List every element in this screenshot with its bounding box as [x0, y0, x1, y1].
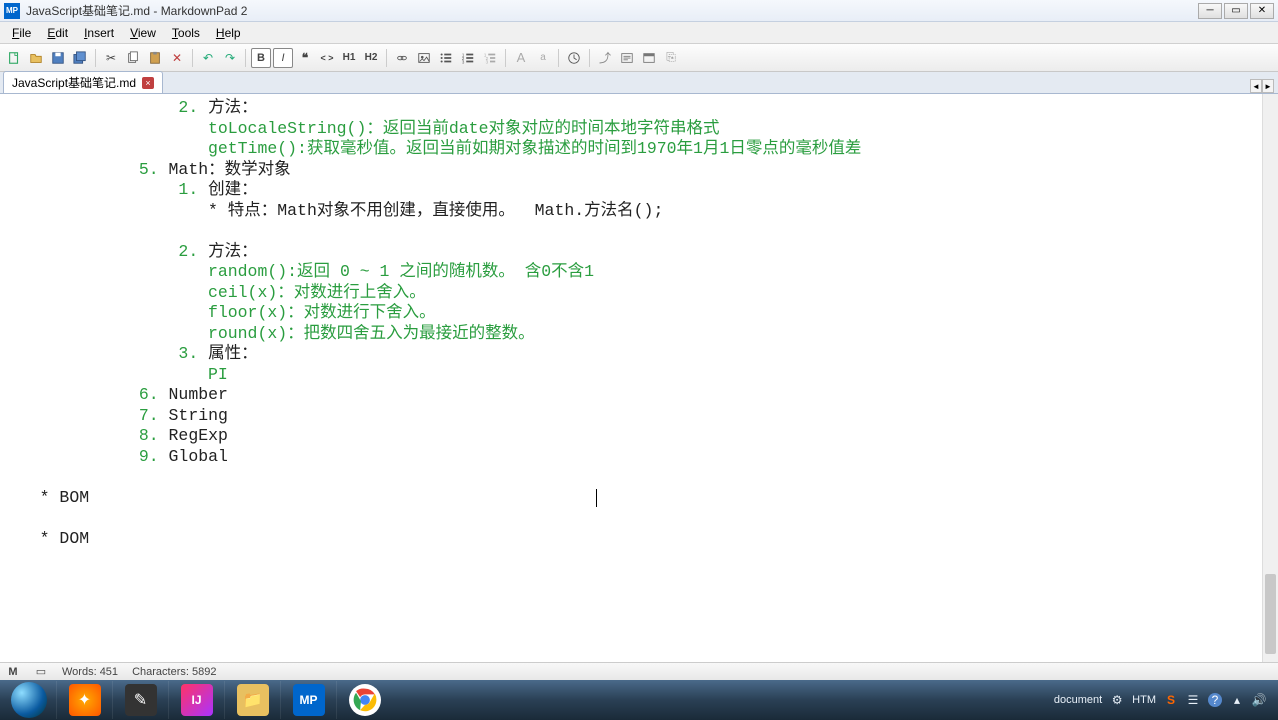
- browser-button[interactable]: [639, 48, 659, 68]
- book-icon[interactable]: ▭: [34, 665, 48, 679]
- code-button[interactable]: < >: [317, 48, 337, 68]
- minimize-button[interactable]: ─: [1198, 3, 1222, 19]
- paste-button[interactable]: [145, 48, 165, 68]
- menu-help[interactable]: Help: [208, 24, 249, 42]
- markdown-mode-icon[interactable]: M: [6, 665, 20, 679]
- app-icon: MP: [4, 3, 20, 19]
- tray-label-document: document: [1054, 694, 1102, 706]
- tab-close-button[interactable]: ×: [142, 77, 154, 89]
- ol-button[interactable]: 123: [458, 48, 478, 68]
- cut-button[interactable]: ✂: [101, 48, 121, 68]
- open-file-button[interactable]: [26, 48, 46, 68]
- maximize-button[interactable]: ▭: [1224, 3, 1248, 19]
- menu-tools[interactable]: Tools: [164, 24, 208, 42]
- scrollbar-thumb[interactable]: [1265, 574, 1276, 654]
- menu-edit[interactable]: Edit: [39, 24, 76, 42]
- tabbar: JavaScript基础笔记.md × ◄ ►: [0, 72, 1278, 94]
- start-button[interactable]: [2, 681, 56, 719]
- tab-label: JavaScript基础笔记.md: [12, 74, 136, 91]
- taskbar-explorer[interactable]: 📁: [224, 681, 280, 719]
- delete-button[interactable]: ✕: [167, 48, 187, 68]
- image-button[interactable]: [414, 48, 434, 68]
- word-count: Words: 451: [62, 666, 118, 678]
- svg-text:3: 3: [462, 59, 465, 64]
- text-cursor: [596, 489, 597, 507]
- editor-content[interactable]: 2. 方法： toLocaleString()：返回当前date对象对应的时间本…: [0, 94, 1278, 549]
- taskbar-intellij[interactable]: IJ: [168, 681, 224, 719]
- copy-button[interactable]: [123, 48, 143, 68]
- titlebar: MP JavaScript基础笔记.md - MarkdownPad 2 ─ ▭…: [0, 0, 1278, 22]
- taskbar-app-1[interactable]: ✦: [56, 681, 112, 719]
- tab-active[interactable]: JavaScript基础笔记.md ×: [3, 71, 163, 93]
- tray-icon-2[interactable]: S: [1164, 693, 1178, 707]
- h2-button[interactable]: H2: [361, 48, 381, 68]
- tab-nav-left[interactable]: ◄: [1250, 79, 1262, 93]
- svg-text:3: 3: [486, 59, 489, 64]
- undo-button[interactable]: ↶: [198, 48, 218, 68]
- font-small-button[interactable]: a: [533, 48, 553, 68]
- h1-button[interactable]: H1: [339, 48, 359, 68]
- save-all-button[interactable]: [70, 48, 90, 68]
- menubar: File Edit Insert View Tools Help: [0, 22, 1278, 44]
- tray-icon-1[interactable]: ⚙: [1110, 693, 1124, 707]
- tab-nav-right[interactable]: ►: [1262, 79, 1274, 93]
- system-tray: document ⚙ HTM S ☰ ? ▴ 🔊: [1054, 693, 1276, 707]
- tray-label-htm: HTM: [1132, 694, 1156, 706]
- export-button[interactable]: ⎘: [661, 48, 681, 68]
- taskbar-markdownpad[interactable]: MP: [280, 681, 336, 719]
- tray-up-icon[interactable]: ▴: [1230, 693, 1244, 707]
- timestamp-button[interactable]: [564, 48, 584, 68]
- char-count: Characters: 5892: [132, 666, 216, 678]
- menu-insert[interactable]: Insert: [76, 24, 122, 42]
- window-title: JavaScript基础笔记.md - MarkdownPad 2: [26, 2, 1198, 19]
- close-button[interactable]: ✕: [1250, 3, 1274, 19]
- taskbar: ✦ ✎ IJ 📁 MP document ⚙ HTM S ☰ ? ▴ 🔊: [0, 680, 1278, 720]
- italic-button[interactable]: I: [273, 48, 293, 68]
- editor-area[interactable]: 2. 方法： toLocaleString()：返回当前date对象对应的时间本…: [0, 94, 1278, 662]
- toolbar: ✂ ✕ ↶ ↷ B I ❝ < > H1 H2 123 123 A a ⤴ ⎘: [0, 44, 1278, 72]
- quote-button[interactable]: ❝: [295, 48, 315, 68]
- menu-view[interactable]: View: [122, 24, 164, 42]
- move-up-button[interactable]: ⤴: [595, 48, 615, 68]
- preview-button[interactable]: [617, 48, 637, 68]
- link-button[interactable]: [392, 48, 412, 68]
- taskbar-app-2[interactable]: ✎: [112, 681, 168, 719]
- statusbar: M ▭ Words: 451 Characters: 5892: [0, 662, 1278, 680]
- menu-file[interactable]: File: [4, 24, 39, 42]
- ol-sub-button[interactable]: 123: [480, 48, 500, 68]
- save-button[interactable]: [48, 48, 68, 68]
- new-file-button[interactable]: [4, 48, 24, 68]
- tray-icon-3[interactable]: ☰: [1186, 693, 1200, 707]
- vertical-scrollbar[interactable]: [1262, 94, 1278, 662]
- tray-icon-help[interactable]: ?: [1208, 693, 1222, 707]
- redo-button[interactable]: ↷: [220, 48, 240, 68]
- tray-volume-icon[interactable]: 🔊: [1252, 693, 1266, 707]
- taskbar-chrome[interactable]: [336, 681, 392, 719]
- ul-button[interactable]: [436, 48, 456, 68]
- bold-button[interactable]: B: [251, 48, 271, 68]
- font-large-button[interactable]: A: [511, 48, 531, 68]
